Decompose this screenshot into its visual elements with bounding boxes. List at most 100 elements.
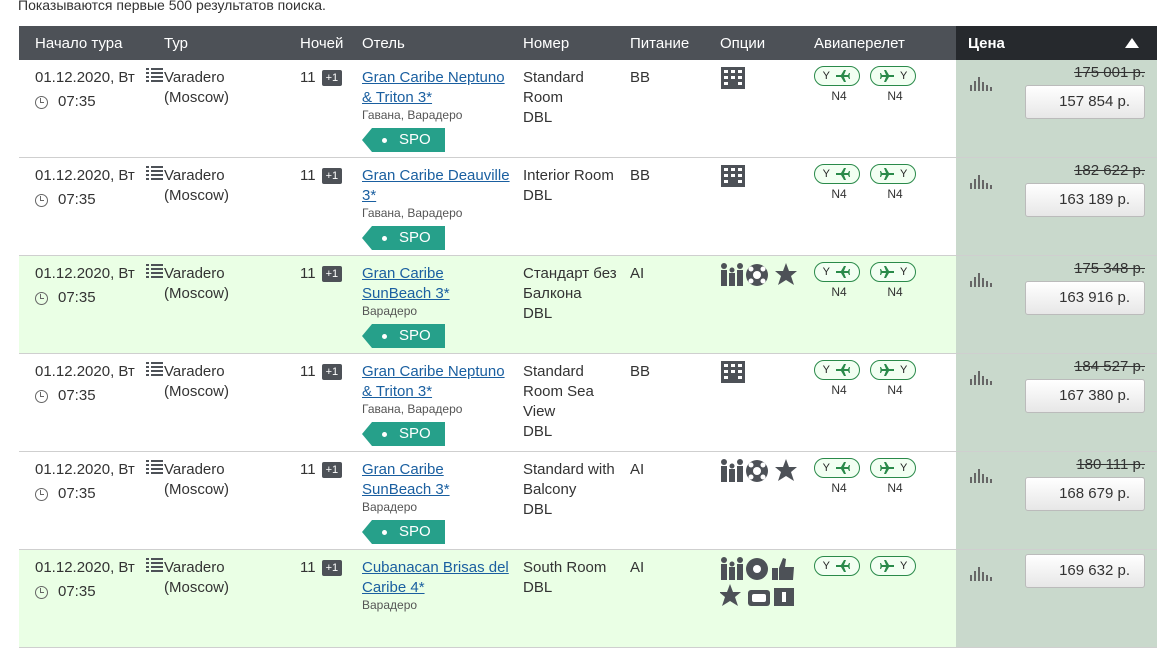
col-nights[interactable]: Ночей (300, 26, 362, 60)
cell-start: 01.12.2020, Вт 07:35 (19, 549, 164, 648)
clock-icon (35, 487, 48, 501)
sort-asc-icon[interactable] (1125, 38, 1139, 48)
tour-date: 01.12.2020, Вт (35, 461, 135, 478)
col-tour[interactable]: Тур (164, 26, 300, 60)
col-price[interactable]: Цена (956, 26, 1157, 60)
room-line: DBL (523, 423, 553, 440)
options-icons[interactable] (720, 60, 814, 90)
col-room[interactable]: Номер (523, 26, 630, 60)
options-icons[interactable] (720, 550, 814, 608)
hotel-link[interactable]: Gran Caribe SunBeach 3* (362, 265, 450, 302)
col-hotel[interactable]: Отель (362, 26, 523, 60)
return-flight-badge[interactable]: Y (870, 164, 916, 184)
cell-meal: AI (630, 549, 720, 648)
cell-hotel: Gran Caribe Neptuno & Triton 3* Гавана, В… (362, 60, 523, 158)
spo-tag: SPO (362, 226, 445, 250)
cell-meal: AI (630, 451, 720, 550)
cell-tour: Varadero (Moscow) (164, 157, 300, 256)
clock-icon (35, 585, 48, 599)
options-icons[interactable] (720, 256, 814, 288)
extra-night-badge[interactable]: +1 (321, 364, 343, 380)
carrier-code: N4 (831, 481, 847, 495)
cell-hotel: Gran Caribe SunBeach 3* Варадеро SPO (362, 255, 523, 354)
tour-time: 07:35 (58, 387, 96, 404)
hotel-link[interactable]: Gran Caribe SunBeach 3* (362, 461, 450, 498)
return-flight-badge[interactable]: Y (870, 556, 916, 576)
room-line: DBL (523, 305, 553, 322)
extra-night-badge[interactable]: +1 (321, 266, 343, 282)
old-price: 184 527 р. (1074, 358, 1145, 375)
price-button[interactable]: 169 632 р. (1025, 554, 1145, 588)
options-icons[interactable] (720, 158, 814, 188)
nights-count: 11 (300, 167, 316, 184)
cell-meal: BB (630, 60, 720, 158)
cell-flight: Y N4 Y N4 (814, 353, 956, 452)
table-row: 01.12.2020, Вт 07:35 Varadero (Moscow) 1… (19, 353, 1157, 452)
outbound-flight-badge[interactable]: Y (814, 66, 860, 86)
outbound-flight-badge[interactable]: Y (814, 360, 860, 380)
price-button[interactable]: 168 679 р. (1025, 477, 1145, 511)
cell-start: 01.12.2020, Вт 07:35 (19, 451, 164, 550)
old-price: 175 348 р. (1074, 260, 1145, 277)
hotel-location: Гавана, Варадеро (362, 402, 463, 416)
cell-price: 175 348 р. 163 916 р. (956, 255, 1157, 354)
cell-meal: AI (630, 255, 720, 354)
cell-flight: Y Y (814, 549, 956, 648)
old-price: 182 622 р. (1074, 162, 1145, 179)
return-flight-badge[interactable]: Y (870, 360, 916, 380)
extra-night-badge[interactable]: +1 (321, 70, 343, 86)
cell-tour: Varadero (Moscow) (164, 255, 300, 354)
hotel-link[interactable]: Gran Caribe Neptuno & Triton 3* (362, 363, 505, 400)
room-line: Standard (523, 363, 584, 380)
cell-nights: 11 +1 (300, 353, 362, 452)
hotel-location: Гавана, Варадеро (362, 108, 463, 122)
meal-code: AI (630, 265, 645, 282)
return-flight-badge[interactable]: Y (870, 66, 916, 86)
spo-tag: SPO (362, 520, 445, 544)
outbound-flight-badge[interactable]: Y (814, 164, 860, 184)
return-flight-badge[interactable]: Y (870, 262, 916, 282)
outbound-flight-badge[interactable]: Y (814, 262, 860, 282)
price-button[interactable]: 163 916 р. (1025, 281, 1145, 315)
price-button[interactable]: 167 380 р. (1025, 379, 1145, 413)
price-button[interactable]: 163 189 р. (1025, 183, 1145, 217)
outbound-flight-badge[interactable]: Y (814, 556, 860, 576)
cell-price: 184 527 р. 167 380 р. (956, 353, 1157, 452)
carrier-code: N4 (831, 285, 847, 299)
price-button[interactable]: 157 854 р. (1025, 85, 1145, 119)
col-flight[interactable]: Авиаперелет (814, 26, 956, 60)
cell-start: 01.12.2020, Вт 07:35 (19, 255, 164, 354)
options-icons[interactable] (720, 452, 814, 484)
cell-room: Interior Room DBL (523, 157, 630, 256)
carrier-code: N4 (887, 89, 903, 103)
nights-count: 11 (300, 363, 316, 380)
extra-night-badge[interactable]: +1 (321, 168, 343, 184)
table-row: 01.12.2020, Вт 07:35 Varadero (Moscow) 1… (19, 255, 1157, 354)
cell-start: 01.12.2020, Вт 07:35 (19, 60, 164, 158)
hotel-link[interactable]: Gran Caribe Deauville 3* (362, 167, 510, 204)
extra-night-badge[interactable]: +1 (321, 560, 343, 576)
cell-hotel: Cubanacan Brisas del Caribe 4* Варадеро (362, 549, 523, 648)
cell-options (720, 451, 814, 550)
extra-night-badge[interactable]: +1 (321, 462, 343, 478)
col-meal[interactable]: Питание (630, 26, 720, 60)
tour-time: 07:35 (58, 485, 96, 502)
room-line: View (523, 403, 556, 420)
table-row: 01.12.2020, Вт 07:35 Varadero (Moscow) 1… (19, 549, 1157, 648)
outbound-flight-badge[interactable]: Y (814, 458, 860, 478)
cell-start: 01.12.2020, Вт 07:35 (19, 157, 164, 256)
col-start[interactable]: Начало тура (19, 26, 164, 60)
table-header: Начало тура Тур Ночей Отель Номер Питани… (19, 26, 1157, 60)
clock-icon (35, 291, 48, 305)
hotel-link[interactable]: Gran Caribe Neptuno & Triton 3* (362, 69, 505, 106)
return-flight-badge[interactable]: Y (870, 458, 916, 478)
options-icons[interactable] (720, 354, 814, 384)
cell-price: 175 001 р. 157 854 р. (956, 60, 1157, 158)
room-line: South Room (523, 559, 607, 576)
tour-date: 01.12.2020, Вт (35, 69, 135, 86)
nights-count: 11 (300, 69, 316, 86)
spo-tag: SPO (362, 422, 445, 446)
results-table: Начало тура Тур Ночей Отель Номер Питани… (19, 26, 1157, 648)
col-options[interactable]: Опции (720, 26, 814, 60)
hotel-link[interactable]: Cubanacan Brisas del Caribe 4* (362, 559, 509, 596)
